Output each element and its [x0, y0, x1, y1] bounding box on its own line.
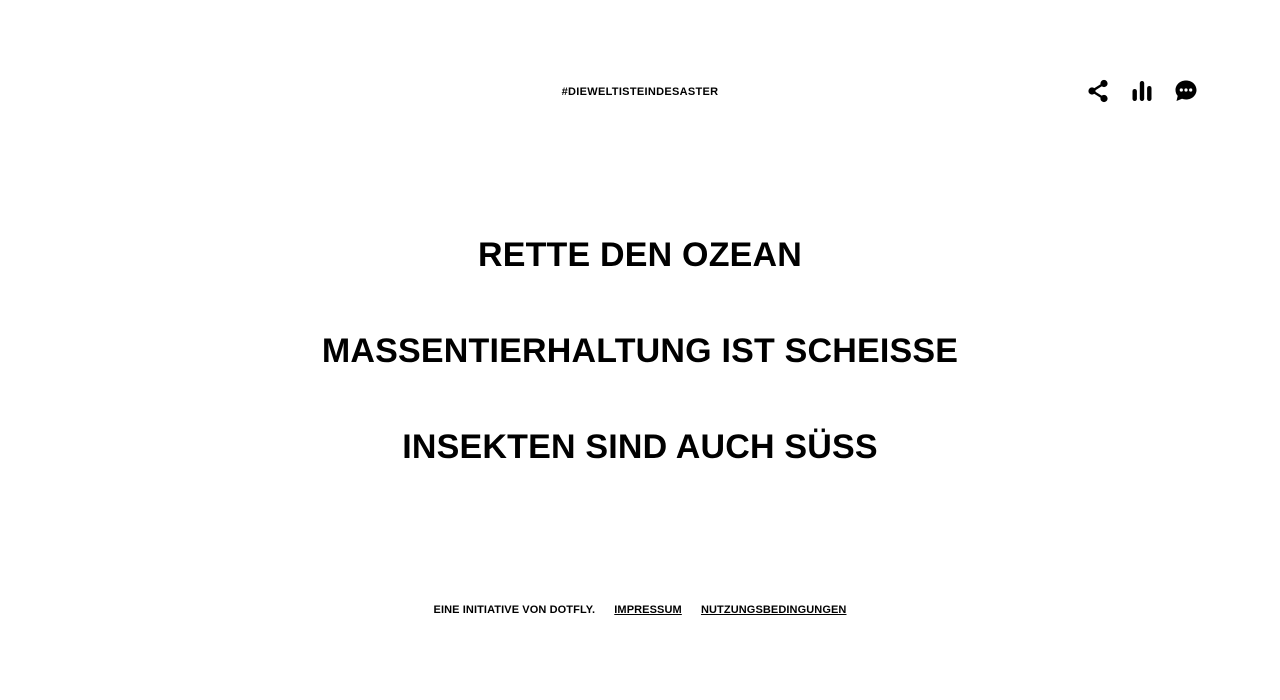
- chat-button[interactable]: [1172, 77, 1200, 105]
- footer-initiative: EINE INITIATIVE VON DOTFLY.: [433, 604, 596, 616]
- share-button[interactable]: [1084, 77, 1112, 105]
- chat-icon: [1175, 80, 1197, 101]
- footer: EINE INITIATIVE VON DOTFLY. IMPRESSUM NU…: [0, 603, 1280, 618]
- header-toolbar: [1084, 77, 1214, 105]
- slogan-insekten[interactable]: INSEKTEN SIND AUCH SÜSS: [0, 427, 1280, 467]
- stats-button[interactable]: [1128, 77, 1156, 105]
- slogan-massentierhaltung[interactable]: MASSENTIERHALTUNG IST SCHEISSE: [0, 331, 1280, 371]
- terms-link[interactable]: NUTZUNGSBEDINGUNGEN: [701, 603, 847, 618]
- impressum-link[interactable]: IMPRESSUM: [614, 603, 682, 618]
- stats-icon: [1132, 81, 1152, 101]
- share-icon: [1088, 79, 1108, 103]
- slogan-ozean[interactable]: RETTE DEN OZEAN: [0, 235, 1280, 275]
